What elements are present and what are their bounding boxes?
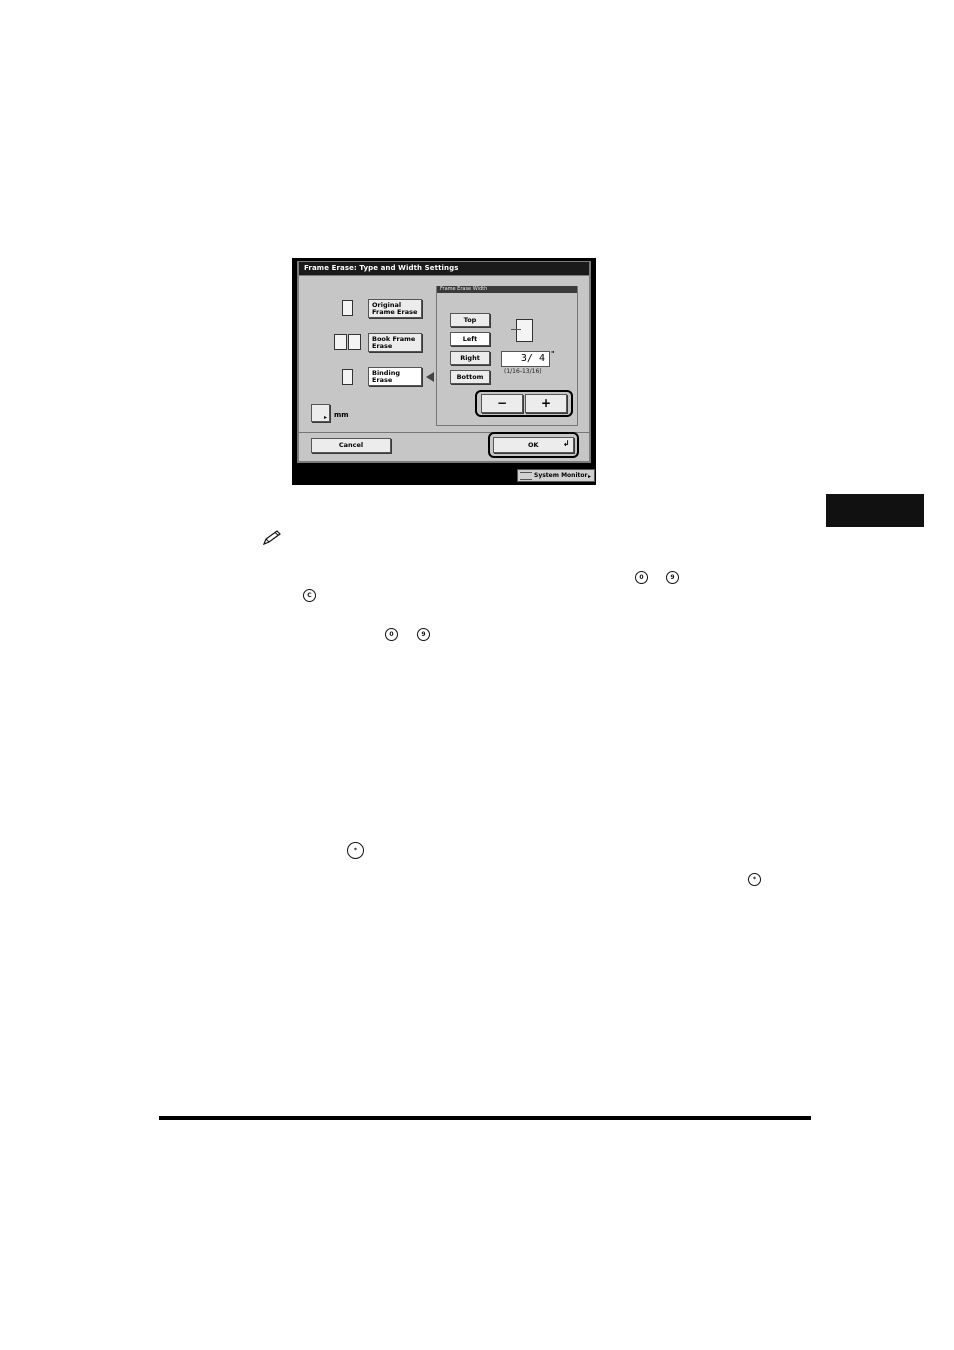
unit-toggle-label: mm	[334, 411, 349, 419]
ok-label: OK	[528, 441, 539, 449]
key-0-icon: 0	[635, 571, 648, 584]
width-range: (1/16-13/16)	[504, 368, 542, 375]
ok-button[interactable]: OK ↲	[493, 437, 574, 453]
clear-key-icon: C	[303, 589, 316, 602]
dialog-title: Frame Erase: Type and Width Settings	[304, 264, 459, 272]
original-frame-erase-icon	[342, 300, 353, 316]
pencil-icon	[262, 530, 281, 546]
cancel-button[interactable]: Cancel	[311, 438, 391, 453]
system-monitor-icon	[520, 472, 532, 480]
increase-button[interactable]: +	[525, 394, 567, 413]
side-left-button[interactable]: Left	[450, 332, 490, 346]
width-value-display: 3/ 4	[501, 351, 550, 367]
chapter-tab	[826, 494, 924, 527]
key-0-icon: 0	[385, 628, 398, 641]
original-frame-erase-button[interactable]: Original Frame Erase	[368, 299, 422, 318]
chevron-right-icon: ▸	[588, 473, 592, 480]
width-unit: "	[551, 350, 555, 358]
key-9-icon: 9	[666, 571, 679, 584]
system-monitor-label: System Monitor	[534, 472, 588, 479]
chevron-right-icon: ▸	[324, 414, 328, 421]
start-key-icon: *	[748, 873, 761, 886]
enter-icon: ↲	[563, 439, 570, 448]
decrease-button[interactable]: −	[481, 394, 523, 413]
page-preview-icon	[516, 319, 533, 342]
binding-erase-label-2: Erase	[372, 376, 393, 384]
side-bottom-button[interactable]: Bottom	[450, 370, 490, 384]
side-top-button[interactable]: Top	[450, 313, 490, 327]
unit-toggle-button[interactable]: ▸	[311, 404, 330, 422]
binding-erase-button[interactable]: Binding Erase	[368, 367, 422, 386]
key-9-icon: 9	[417, 628, 430, 641]
binding-erase-icon	[342, 369, 353, 385]
selected-arrow-icon	[426, 372, 434, 382]
binding-edge-marker	[511, 329, 521, 330]
book-frame-erase-label-2: Erase	[372, 342, 393, 350]
frame-erase-width-title: Frame Erase Width	[440, 286, 488, 292]
book-frame-erase-icon	[334, 334, 361, 350]
start-key-icon: *	[347, 842, 364, 859]
side-right-button[interactable]: Right	[450, 351, 490, 365]
original-frame-erase-label-2: Frame Erase	[372, 308, 418, 316]
footer-rule	[159, 1116, 811, 1120]
book-frame-erase-button[interactable]: Book Frame Erase	[368, 333, 422, 352]
